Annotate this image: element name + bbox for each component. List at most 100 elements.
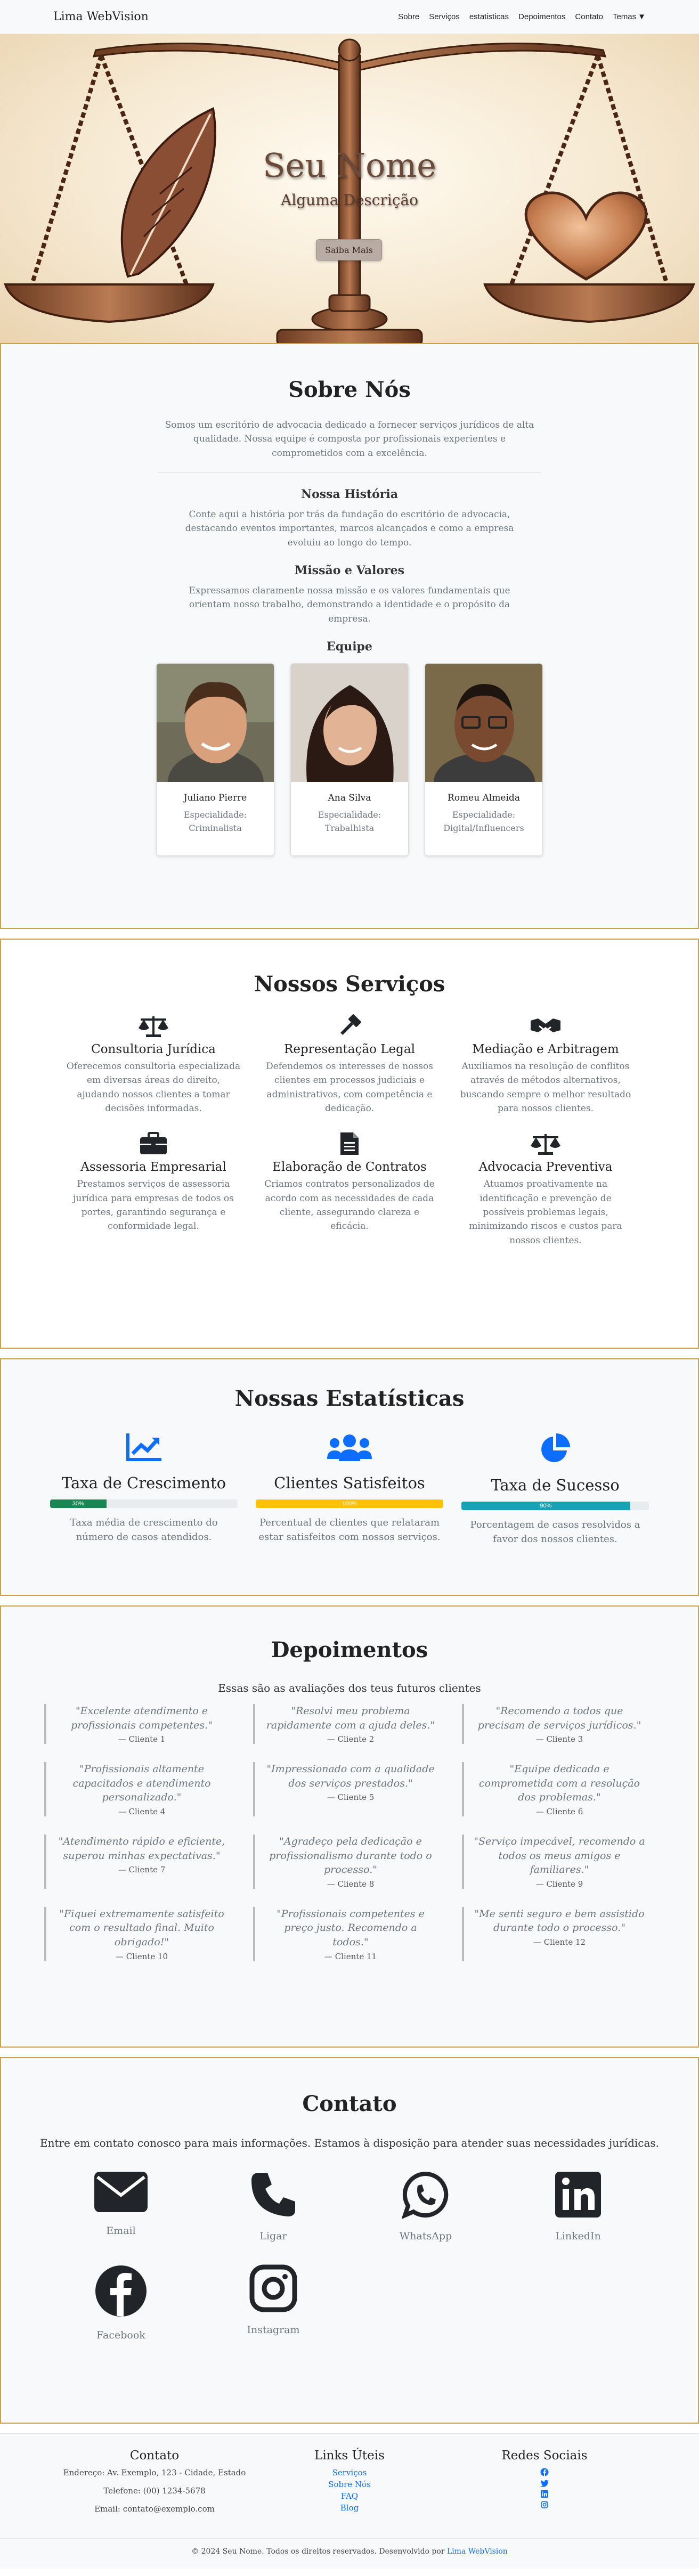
stat-text: Porcentagem de casos resolvidos a favor …	[470, 1519, 640, 1545]
footer-link-faq[interactable]: FAQ	[252, 2491, 447, 2501]
service-text: Auxiliamos na resolução de conflitos atr…	[460, 1061, 631, 1114]
stat-title: Taxa de Sucesso	[491, 1476, 620, 1494]
team-specialty: Especialidade: Trabalhista	[291, 809, 408, 835]
testimonial-text: "Equipe dedicada e comprometida com a re…	[478, 1763, 640, 1804]
specialty-label: Especialidade:	[452, 810, 516, 820]
social-icons	[447, 2468, 642, 2508]
testimonial-text: "Me senti seguro e bem assistido durante…	[474, 1907, 645, 1934]
testimonial-quote: "Fiquei extremamente satisfeito com o re…	[44, 1906, 237, 1961]
copyright-text: © 2024 Seu Nome. Todos os direitos reser…	[191, 2547, 445, 2556]
service-title: Elaboração de Contratos	[272, 1160, 427, 1175]
mission-title: Missão e Valores	[294, 564, 405, 578]
about-section: Sobre Nós Somos um escritório de advocac…	[0, 343, 699, 929]
chart-line-icon	[50, 1432, 238, 1464]
contact-label: Facebook	[96, 2329, 145, 2341]
mission-block: Missão e Valores Expressamos claramente …	[1, 564, 698, 626]
navbar: Lima WebVision Sobre Serviços estatistic…	[0, 0, 699, 34]
contact-instagram[interactable]: Instagram	[247, 2264, 300, 2341]
progress-bar: 30%	[50, 1499, 238, 1508]
contact-facebook[interactable]: Facebook	[94, 2264, 148, 2341]
gavel-icon	[262, 1014, 437, 1038]
testimonial-author: — Cliente 11	[324, 1951, 377, 1961]
progress-bar: 90%	[461, 1502, 649, 1510]
hero-banner: Seu Nome Alguma Descrição Saiba Mais	[0, 34, 699, 343]
team-title: Equipe	[327, 640, 372, 654]
stats-grid: Taxa de Crescimento 30% Taxa média de cr…	[1, 1432, 698, 1546]
nav-dropdown-temas[interactable]: Temas ▼	[613, 12, 646, 21]
nav-link-depoimentos[interactable]: Depoimentos	[518, 12, 565, 21]
contact-label: WhatsApp	[399, 2230, 452, 2242]
footer-links-title: Links Úteis	[314, 2449, 385, 2463]
footer-phone: Telefone: (00) 1234-5678	[103, 2486, 206, 2496]
about-intro: Somos um escritório de advocacia dedicad…	[165, 420, 534, 459]
contact-phone[interactable]: Ligar	[249, 2171, 297, 2242]
service-card: Mediação e Arbitragem Auxiliamos na reso…	[458, 1014, 633, 1115]
stat-card: Taxa de Sucesso 90% Porcentagem de casos…	[461, 1432, 649, 1546]
service-title: Consultoria Jurídica	[91, 1042, 216, 1056]
contact-section: Contato Entre em contato conosco para ma…	[0, 2057, 699, 2424]
footer-link-sobre[interactable]: Sobre Nós	[252, 2480, 447, 2489]
twitter-icon[interactable]	[540, 2480, 549, 2487]
service-card: Assessoria Empresarial Prestamos serviço…	[66, 1131, 241, 1248]
testimonial-author: — Cliente 5	[327, 1792, 375, 1803]
facebook-icon[interactable]	[540, 2468, 549, 2476]
nav-link-sobre[interactable]: Sobre	[398, 12, 419, 21]
footer: Contato Endereço: Av. Exemplo, 123 - Cid…	[0, 2433, 699, 2569]
team-specialty: Especialidade: Digital/Influencers	[425, 809, 542, 835]
testimonial-quote: "Equipe dedicada e comprometida com a re…	[462, 1762, 655, 1816]
learn-more-button[interactable]: Saiba Mais	[316, 239, 382, 260]
testimonial-author: — Cliente 12	[533, 1937, 586, 1947]
contact-label: Instagram	[247, 2324, 300, 2336]
team-card: Romeu Almeida Especialidade: Digital/Infl…	[425, 663, 543, 857]
testimonial-author: — Cliente 2	[327, 1734, 375, 1744]
specialty-value: Trabalhista	[324, 822, 375, 833]
testimonial-quote: "Recomendo a todos que precisam de servi…	[462, 1704, 655, 1744]
stat-card: Taxa de Crescimento 30% Taxa média de cr…	[50, 1432, 238, 1546]
contact-label: Ligar	[259, 2230, 287, 2242]
hero-subtitle: Alguma Descrição	[281, 191, 418, 209]
stats-title: Nossas Estatísticas	[234, 1386, 465, 1411]
service-title: Representação Legal	[284, 1042, 415, 1056]
contact-grid: Email Ligar WhatsApp LinkedIn Facebook I…	[1, 2171, 698, 2341]
about-title: Sobre Nós	[288, 377, 411, 402]
testimonial-author: — Cliente 10	[115, 1951, 168, 1961]
service-text: Atuamos proativamente na identificação e…	[469, 1179, 622, 1246]
instagram-icon	[249, 2264, 297, 2312]
linkedin-icon[interactable]	[541, 2490, 548, 2498]
contact-linkedin[interactable]: LinkedIn	[554, 2171, 602, 2242]
specialty-value: Digital/Influencers	[443, 822, 524, 833]
team-card: Juliano Pierre Especialidade: Criminalist…	[156, 663, 274, 857]
brand-logo[interactable]: Lima WebVision	[53, 10, 149, 23]
contact-email[interactable]: Email	[93, 2171, 149, 2242]
scale-icon	[66, 1014, 241, 1038]
testimonial-text: "Excelente atendimento e profissionais c…	[71, 1705, 213, 1731]
contact-whatsapp[interactable]: WhatsApp	[400, 2171, 452, 2242]
developer-link[interactable]: Lima WebVision	[447, 2547, 508, 2556]
service-card: Representação Legal Defendemos os intere…	[262, 1014, 437, 1115]
specialty-value: Criminalista	[189, 822, 242, 833]
service-title: Advocacia Preventiva	[478, 1160, 613, 1175]
nav-link-estatisticas[interactable]: estatisticas	[469, 12, 509, 21]
team-name: Ana Silva	[328, 793, 371, 804]
history-text: Conte aqui a história por trás da fundaç…	[185, 509, 514, 548]
mission-text: Expressamos claramente nossa missão e os…	[189, 585, 510, 624]
document-icon	[262, 1131, 437, 1156]
testimonial-author: — Cliente 3	[535, 1734, 583, 1744]
testimonial-text: "Agradeço pela dedicação e profissionali…	[269, 1835, 432, 1876]
instagram-icon[interactable]	[541, 2501, 548, 2508]
footer-link-servicos[interactable]: Serviços	[252, 2468, 447, 2477]
testimonial-quote: "Profissionais competentes e preço justo…	[253, 1906, 446, 1961]
team-photo	[425, 664, 542, 782]
nav-link-contato[interactable]: Contato	[575, 12, 603, 21]
whatsapp-icon	[402, 2171, 449, 2219]
pie-chart-icon	[461, 1432, 649, 1466]
testimonial-text: "Profissionais altamente capacitados e a…	[72, 1763, 211, 1804]
nav-link-servicos[interactable]: Serviços	[429, 12, 460, 21]
facebook-icon	[95, 2265, 147, 2317]
briefcase-icon	[66, 1131, 241, 1156]
copyright: © 2024 Seu Nome. Todos os direitos reser…	[0, 2538, 699, 2556]
footer-link-blog[interactable]: Blog	[252, 2503, 447, 2513]
team-grid: Juliano Pierre Especialidade: Criminalist…	[1, 663, 698, 857]
scale-icon	[458, 1131, 633, 1156]
footer-links: Links Úteis Serviços Sobre Nós FAQ Blog	[252, 2449, 447, 2522]
